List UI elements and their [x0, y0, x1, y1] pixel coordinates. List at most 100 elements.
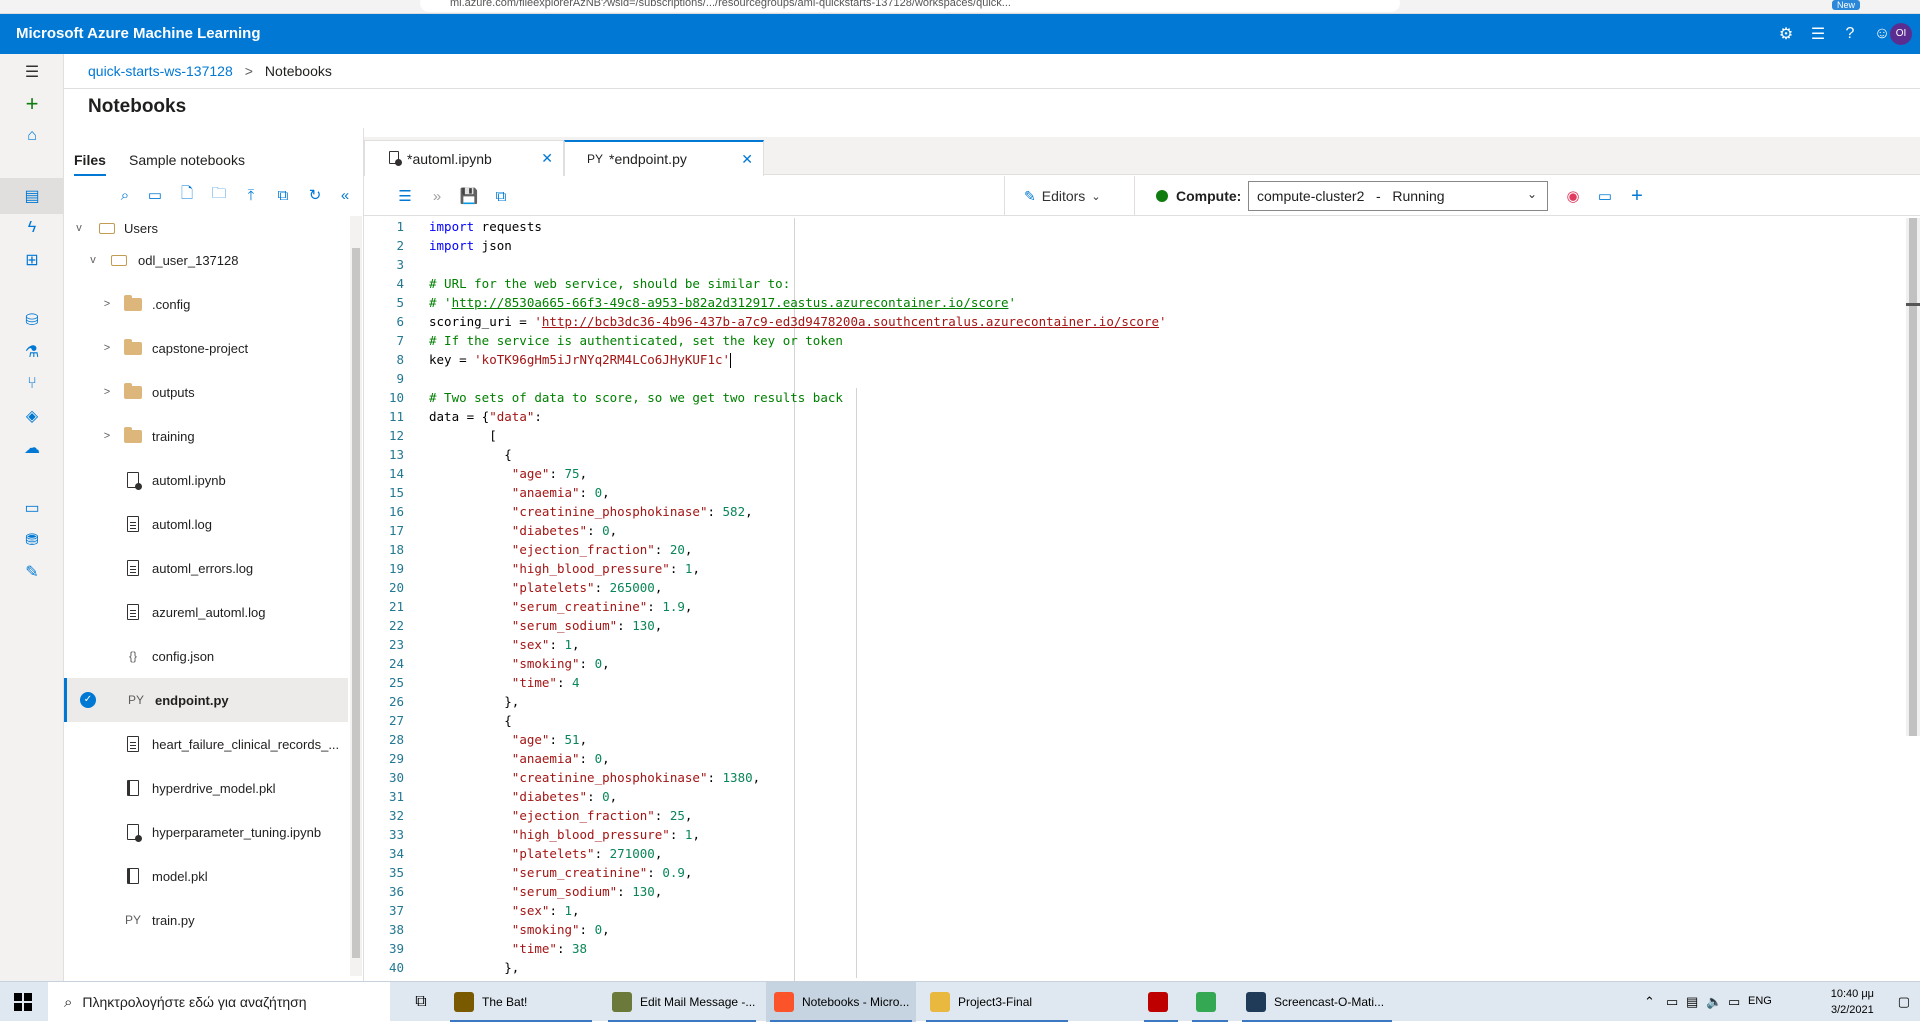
line-number: 12	[388, 428, 404, 443]
checkmark-icon[interactable]: ✓	[79, 692, 97, 708]
home-icon[interactable]: ⌂	[20, 124, 44, 148]
taskbar-app[interactable]: The Bat!	[446, 982, 596, 1022]
tab-sample-notebooks[interactable]: Sample notebooks	[129, 152, 245, 168]
network-icon[interactable]: ▤	[1686, 994, 1698, 1010]
refresh-icon[interactable]: ↻	[304, 184, 326, 206]
tree-node-users[interactable]: v Users	[64, 216, 348, 240]
clock[interactable]: 10:40 μμ 3/2/2021	[1831, 986, 1874, 1018]
notifications-icon[interactable]: ▢	[1898, 994, 1910, 1010]
taskbar-app[interactable]: Screencast-O-Mati...	[1238, 982, 1396, 1022]
chevron-up-icon[interactable]: ⌃	[1644, 994, 1655, 1010]
avatar[interactable]: OI	[1890, 23, 1912, 45]
compute-icon[interactable]: ▭	[20, 496, 44, 520]
tree-node-folder[interactable]: > training	[64, 414, 348, 458]
file-tree-scrollbar[interactable]	[350, 216, 362, 976]
code-editor[interactable]: 1 import requests 2 import json 3 4 # URL for …	[364, 218, 1904, 981]
chevron-right-icon[interactable]: >	[100, 386, 114, 398]
language-indicator[interactable]: ENG	[1748, 995, 1772, 1007]
line-number: 37	[388, 903, 404, 918]
chevron-down-icon[interactable]: v	[72, 222, 86, 234]
search-icon[interactable]: ⌕	[114, 184, 136, 206]
code-text: "serum_creatinine": 0.9,	[511, 865, 693, 880]
open-in-editor-icon[interactable]: ⧉	[490, 185, 512, 207]
scrollbar-thumb[interactable]	[352, 248, 360, 958]
tab-files[interactable]: Files	[74, 152, 106, 176]
terminal-icon[interactable]: ▭	[144, 184, 166, 206]
display-icon[interactable]: ▭	[1666, 994, 1678, 1010]
automl-icon[interactable]: ϟ	[20, 216, 44, 240]
breadcrumb-workspace[interactable]: quick-starts-ws-137128	[88, 63, 233, 79]
designer-icon[interactable]: ⊞	[20, 248, 44, 272]
new-plus-icon[interactable]: +	[20, 91, 44, 116]
tree-node-file[interactable]: automl.log	[64, 502, 348, 546]
taskbar-app-label: Screencast-O-Mati...	[1274, 995, 1385, 1009]
pipelines-icon[interactable]: ⑂	[20, 372, 44, 396]
compute-label: Compute:	[1176, 188, 1242, 204]
volume-icon[interactable]: 🔈	[1706, 994, 1722, 1010]
chevron-right-icon[interactable]: >	[100, 430, 114, 442]
tree-node-user-folder[interactable]: v odl_user_137128	[64, 238, 348, 282]
editor-tab-endpoint[interactable]: PY *endpoint.py ✕	[564, 140, 764, 176]
datasets-icon[interactable]: ⛁	[20, 308, 44, 332]
help-icon[interactable]: ?	[1838, 22, 1862, 46]
taskbar-app[interactable]	[1140, 982, 1182, 1022]
windows-start-icon[interactable]	[14, 993, 32, 1011]
tree-node-file[interactable]: automl.ipynb	[64, 458, 348, 502]
battery-icon[interactable]: ▭	[1728, 994, 1740, 1010]
stop-compute-icon[interactable]: ◉	[1562, 185, 1584, 207]
line-number: 25	[388, 675, 404, 690]
tree-node-file[interactable]: hyperdrive_model.pkl	[64, 766, 348, 810]
address-bar[interactable]: ml.azure.com/fileexplorerAzNB?wsid=/subs…	[420, 0, 1400, 12]
tree-node-file[interactable]: heart_failure_clinical_records_...	[64, 722, 348, 766]
tree-node-file[interactable]: azureml_automl.log	[64, 590, 348, 634]
chevron-down-icon[interactable]: v	[86, 254, 100, 266]
gear-icon[interactable]: ⚙	[1774, 22, 1798, 46]
chevron-right-icon[interactable]: >	[100, 298, 114, 310]
taskbar-app[interactable]: Project3-Final	[922, 982, 1072, 1022]
taskbar-search[interactable]: ⌕ Πληκτρολογήστε εδώ για αναζήτηση	[48, 982, 390, 1022]
tree-node-file[interactable]: hyperparameter_tuning.ipynb	[64, 810, 348, 854]
chevron-right-icon[interactable]: >	[100, 342, 114, 354]
compute-select[interactable]: compute-cluster2 - Running ⌄	[1248, 181, 1548, 211]
code-text: "creatinine_phosphokinase": 582,	[511, 504, 753, 519]
tree-node-folder[interactable]: > .config	[64, 282, 348, 326]
feedback-icon[interactable]: ☰	[1806, 22, 1830, 46]
tree-node-file-selected[interactable]: ✓ PY endpoint.py	[64, 678, 348, 722]
taskbar-app[interactable]: Edit Mail Message -...	[604, 982, 760, 1022]
tree-node-folder[interactable]: > capstone-project	[64, 326, 348, 370]
editor-tab-automl[interactable]: *automl.ipynb ✕	[364, 140, 564, 176]
save-icon[interactable]: 💾	[458, 185, 480, 207]
tree-node-file[interactable]: PY train.py	[64, 898, 348, 942]
run-all-icon[interactable]: »	[426, 185, 448, 207]
new-folder-icon[interactable]: 🗀	[208, 184, 230, 206]
outline-menu-icon[interactable]: ☰	[394, 185, 416, 207]
editor-scrollbar[interactable]	[1906, 218, 1920, 736]
tree-node-folder[interactable]: > outputs	[64, 370, 348, 414]
close-icon[interactable]: ✕	[741, 151, 753, 168]
task-view-icon[interactable]: ⧉	[404, 982, 438, 1022]
app-title[interactable]: Microsoft Azure Machine Learning	[16, 14, 260, 54]
chevron-down-icon[interactable]: ⌄	[1527, 187, 1537, 201]
datastores-icon[interactable]: ⛃	[20, 528, 44, 552]
close-icon[interactable]: ✕	[541, 150, 553, 167]
tree-node-file[interactable]: {} config.json	[64, 634, 348, 678]
new-file-icon[interactable]: 🗋	[176, 184, 198, 206]
taskbar-app[interactable]: Notebooks - Micro...	[766, 982, 916, 1022]
collapse-icon[interactable]: «	[334, 184, 356, 206]
add-compute-icon[interactable]: +	[1626, 185, 1648, 207]
models-icon[interactable]: ◈	[20, 404, 44, 428]
scrollbar-thumb[interactable]	[1909, 218, 1917, 736]
compute-details-icon[interactable]: ▭	[1594, 185, 1616, 207]
experiments-icon[interactable]: ⚗	[20, 340, 44, 364]
tree-node-file[interactable]: model.pkl	[64, 854, 348, 898]
hamburger-menu-icon[interactable]: ☰	[20, 60, 44, 84]
code-text: import requests	[429, 219, 542, 234]
editors-dropdown[interactable]: ✎ Editors ⌄	[1024, 182, 1101, 210]
upload-icon[interactable]: ⤒	[240, 184, 262, 206]
labeling-icon[interactable]: ✎	[20, 560, 44, 584]
tree-node-file[interactable]: automl_errors.log	[64, 546, 348, 590]
notebooks-icon[interactable]: ▤	[20, 184, 44, 208]
endpoints-icon[interactable]: ☁	[20, 436, 44, 460]
taskbar-app[interactable]	[1188, 982, 1232, 1022]
copy-icon[interactable]: ⧉	[272, 184, 294, 206]
